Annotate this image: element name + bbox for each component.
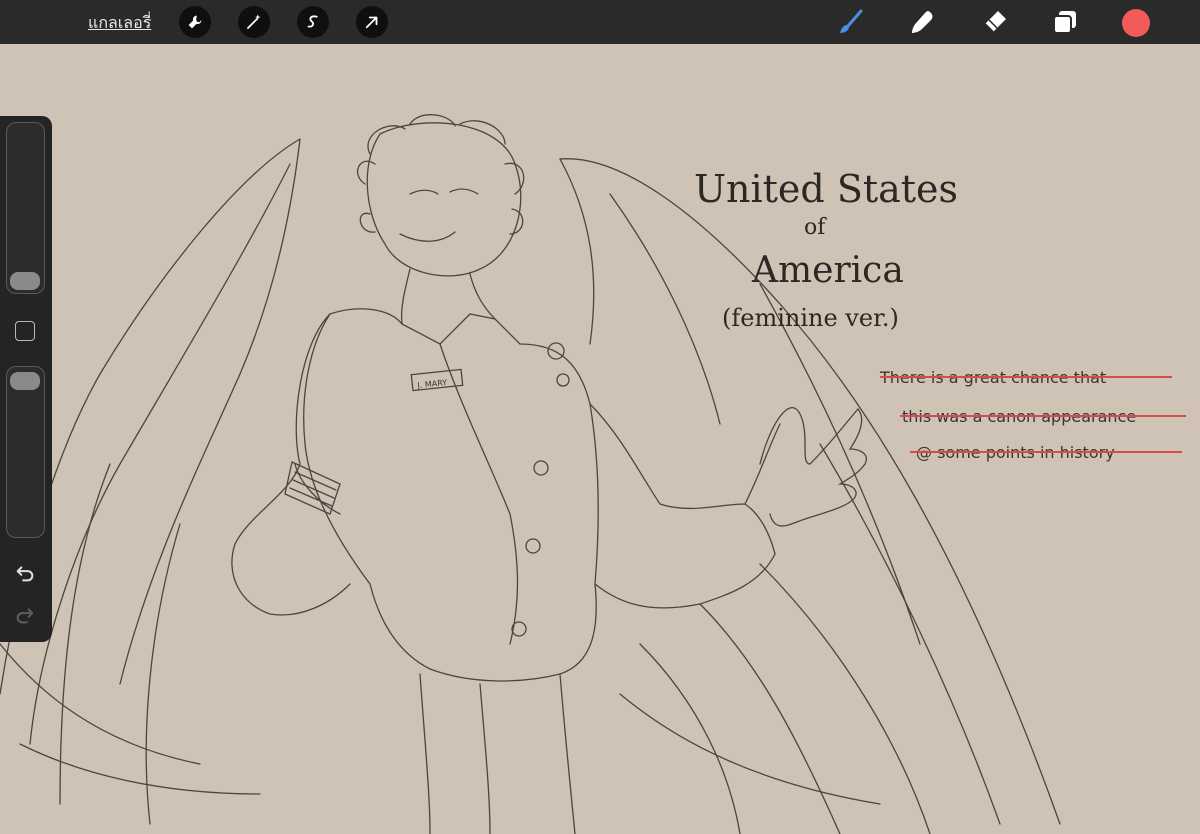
title-line-1: United States (694, 167, 958, 211)
left-sidebar (0, 116, 52, 642)
opacity-slider-thumb[interactable] (10, 372, 40, 390)
actions-button[interactable] (179, 6, 211, 38)
title-line-3: America (751, 250, 904, 291)
gallery-link[interactable]: แกลเลอรี่ (88, 11, 151, 36)
opacity-slider[interactable] (6, 366, 45, 538)
transform-button[interactable] (356, 6, 388, 38)
top-toolbar: แกลเลอรี่ (0, 0, 1200, 44)
color-picker-swatch[interactable] (1122, 9, 1150, 37)
brush-tool-button[interactable] (836, 7, 866, 37)
undo-icon (16, 566, 34, 582)
head-sketch (366, 122, 522, 277)
hand-sketch (759, 407, 867, 527)
brush-size-slider[interactable] (6, 122, 45, 294)
transform-arrow-icon (365, 16, 378, 29)
adjustments-button[interactable] (238, 6, 270, 38)
selection-icon (307, 15, 318, 28)
brush-size-slider-thumb[interactable] (10, 272, 40, 290)
name-badge-text: J. MARY (416, 378, 448, 390)
eraser-tool-button[interactable] (980, 7, 1010, 37)
undo-button[interactable] (12, 562, 38, 584)
redo-icon (16, 608, 34, 624)
modify-button[interactable] (15, 321, 35, 341)
wrench-icon (188, 15, 202, 29)
title-line-4: (feminine ver.) (722, 304, 899, 332)
layers-button[interactable] (1050, 7, 1080, 37)
smudge-icon (912, 11, 933, 33)
sketch-artwork: United States of America (feminine ver.)… (0, 114, 1186, 834)
redo-button[interactable] (12, 604, 38, 626)
title-line-2: of (804, 215, 827, 240)
smudge-tool-button[interactable] (908, 7, 938, 37)
brush-icon (840, 9, 863, 33)
eraser-icon (984, 11, 1006, 33)
selection-button[interactable] (297, 6, 329, 38)
layers-icon (1053, 11, 1076, 34)
magic-wand-icon (247, 14, 261, 29)
drawing-canvas[interactable]: United States of America (feminine ver.)… (0, 44, 1200, 834)
right-arm-sketch (589, 403, 776, 555)
